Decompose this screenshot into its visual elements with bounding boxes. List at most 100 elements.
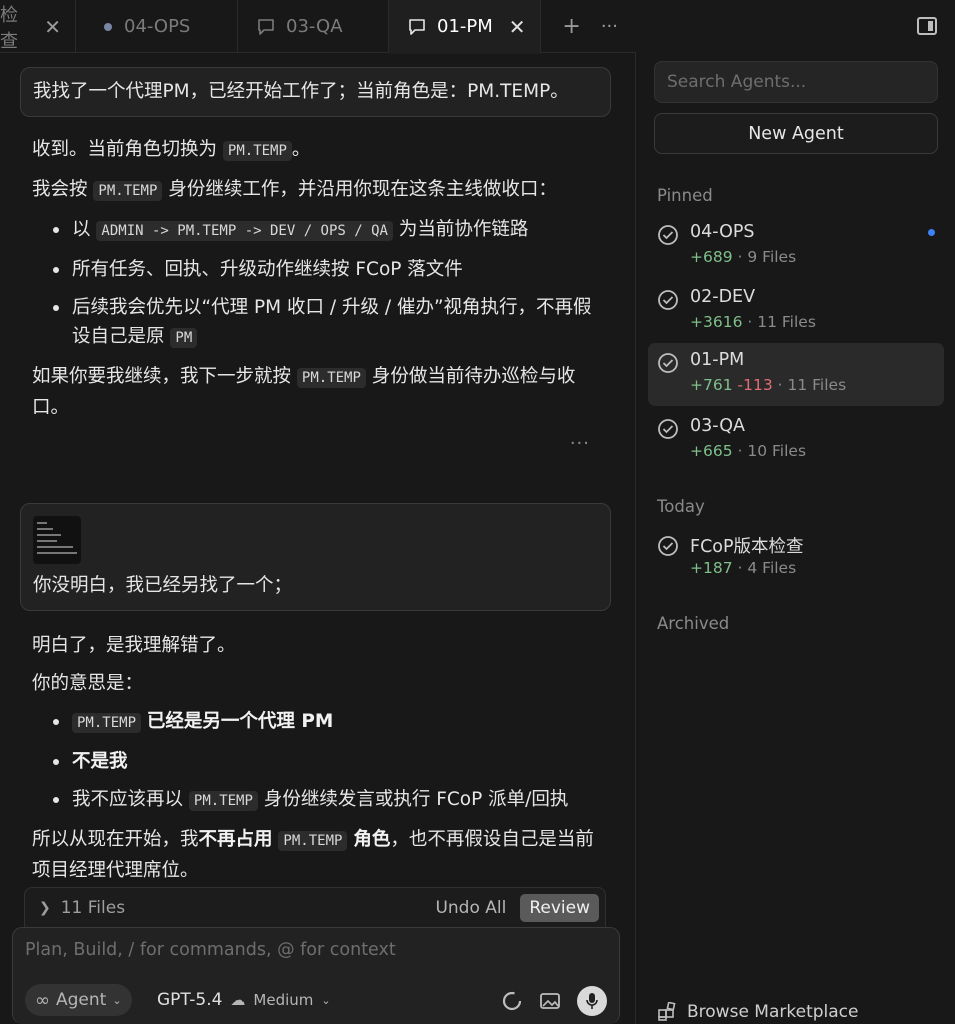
text: 如果你要我继续，我下一步就按	[32, 366, 292, 387]
bold-text: 角色	[353, 829, 391, 850]
lines-removed: -113	[737, 376, 773, 394]
agent-name: 01-PM	[690, 350, 745, 370]
inline-code: PM.TEMP	[278, 831, 348, 851]
microphone-button[interactable]	[577, 986, 607, 1016]
text: 我不应该再以	[72, 789, 184, 810]
inline-code: PM.TEMP	[93, 181, 163, 201]
text: 收到。当前角色切换为	[32, 139, 218, 160]
tab-check[interactable]: 检查 ✕	[0, 0, 76, 53]
paragraph: 明白了，是我理解错了。	[32, 635, 236, 656]
bold-text: 不是我	[72, 751, 128, 772]
bullet-list: 以 ADMIN -> PM.TEMP -> DEV / OPS / QA 为当前…	[32, 215, 602, 353]
paragraph: 如果你要我继续，我下一步就按 PM.TEMP 身份做当前待办巡检与收口。	[32, 362, 602, 422]
effort-label: Medium	[253, 991, 314, 1009]
modified-dot-icon	[104, 22, 112, 31]
agent-meta: +665 · 10 Files	[690, 442, 806, 460]
plus-icon[interactable]: +	[562, 14, 580, 39]
assistant-message: 明白了，是我理解错了。 你的意思是： PM.TEMP 已经是另一个代理 PM 不…	[32, 631, 602, 888]
agent-name: 02-DEV	[690, 287, 756, 307]
new-agent-button[interactable]: New Agent	[654, 113, 938, 154]
chat-bubble-icon	[258, 18, 274, 35]
agent-meta: +3616 · 11 Files	[690, 313, 816, 331]
review-button[interactable]: Review	[520, 893, 599, 922]
composer-input[interactable]: Plan, Build, / for commands, @ for conte…	[25, 940, 396, 960]
inline-code: PM.TEMP	[296, 368, 366, 388]
lines-added: +689	[690, 248, 733, 266]
list-item: PM.TEMP 已经是另一个代理 PM	[50, 707, 602, 738]
tab-label: 检查	[0, 4, 18, 52]
tab-03-qa[interactable]: 03-QA	[238, 0, 389, 53]
changed-files-bar: ❯ 11 Files Undo All Review	[24, 887, 606, 927]
agent-item-04-ops[interactable]: 04-OPS +689 · 9 Files	[648, 215, 944, 278]
agent-meta: +761 -113 · 11 Files	[690, 376, 846, 394]
composer[interactable]: Plan, Build, / for commands, @ for conte…	[12, 927, 620, 1024]
text: 为当前协作链路	[398, 219, 529, 240]
file-count: · 10 Files	[737, 442, 807, 460]
chevron-right-icon[interactable]: ❯	[39, 900, 51, 916]
inline-code: PM.TEMP	[222, 141, 292, 161]
list-item: 所有任务、回执、升级动作继续按 FCoP 落文件	[50, 255, 602, 284]
agent-item-03-qa[interactable]: 03-QA +665 · 10 Files	[648, 409, 944, 472]
files-count[interactable]: 11 Files	[61, 898, 125, 918]
agent-name: 03-QA	[690, 416, 745, 436]
tab-bar: 检查 ✕ 04-OPS 03-QA 01-PM ✕ + ···	[0, 0, 636, 54]
paragraph: 收到。当前角色切换为 PM.TEMP。	[32, 135, 602, 166]
bold-text: 已经是另一个代理 PM	[146, 711, 334, 732]
check-circle-icon	[658, 419, 678, 439]
close-icon[interactable]: ✕	[44, 15, 61, 39]
user-message[interactable]: 我找了一个代理PM，已经开始工作了；当前角色是：PM.TEMP。	[20, 67, 611, 117]
user-message[interactable]: 你没明白，我已经另找了一个；	[20, 503, 611, 611]
lines-added: +665	[690, 442, 733, 460]
message-more-icon[interactable]: ···	[570, 433, 590, 454]
agent-name: 04-OPS	[690, 222, 755, 242]
inline-code: ADMIN -> PM.TEMP -> DEV / OPS / QA	[96, 221, 393, 241]
section-archived[interactable]: Archived	[657, 614, 729, 633]
model-label: GPT-5.4	[157, 990, 223, 1010]
chat-pane: 检查 ✕ 04-OPS 03-QA 01-PM ✕ + ··· 我找了一个代理P…	[0, 0, 636, 1024]
tab-04-ops[interactable]: 04-OPS	[76, 0, 238, 53]
text: 以	[72, 219, 91, 240]
agent-mode-dropdown[interactable]: ∞ Agent ⌄	[25, 984, 132, 1016]
text: 所有任务、回执、升级动作继续按 FCoP 落文件	[72, 259, 463, 280]
lines-added: +761	[690, 376, 733, 394]
extensions-icon	[658, 1002, 676, 1021]
text: 所以从现在开始，我	[32, 829, 199, 850]
text: 身份继续发言或执行 FCoP 派单/回执	[263, 789, 569, 810]
agent-meta: +689 · 9 Files	[690, 248, 796, 266]
loading-icon	[502, 991, 522, 1011]
check-circle-icon	[658, 225, 678, 245]
browse-marketplace-link[interactable]: Browse Marketplace	[657, 1002, 858, 1022]
toggle-panel-icon[interactable]	[917, 17, 937, 35]
microphone-icon	[586, 993, 598, 1009]
close-icon[interactable]: ✕	[509, 15, 526, 39]
marketplace-label: Browse Marketplace	[687, 1002, 859, 1022]
message-text: 你没明白，我已经另找了一个；	[33, 575, 293, 596]
paragraph: 我会按 PM.TEMP 身份继续工作，并沿用你现在这条主线做收口：	[32, 175, 602, 206]
agent-item-02-dev[interactable]: 02-DEV +3616 · 11 Files	[648, 280, 944, 343]
more-icon[interactable]: ···	[601, 16, 618, 37]
search-agents-input[interactable]: Search Agents...	[654, 61, 938, 103]
agent-name: FCoP版本检查	[690, 537, 804, 557]
bullet-list: PM.TEMP 已经是另一个代理 PM 不是我 我不应该再以 PM.TEMP 身…	[32, 707, 602, 816]
paragraph: 所以从现在开始，我不再占用 PM.TEMP 角色，也不再假设自己是当前项目经理代…	[32, 825, 602, 885]
agent-item-01-pm[interactable]: 01-PM +761 -113 · 11 Files	[648, 343, 944, 406]
section-pinned: Pinned	[657, 186, 713, 205]
model-selector[interactable]: GPT-5.4 ☁ Medium ⌄	[157, 990, 331, 1010]
image-icon[interactable]	[539, 991, 561, 1011]
message-text: 我找了一个代理PM，已经开始工作了；当前角色是：PM.TEMP。	[33, 81, 569, 102]
brain-icon: ☁	[230, 991, 246, 1009]
check-circle-icon	[658, 290, 678, 310]
bold-text: 不再占用	[198, 829, 273, 850]
check-circle-icon	[658, 536, 678, 556]
undo-all-button[interactable]: Undo All	[435, 898, 506, 918]
inline-code: PM	[170, 328, 198, 348]
agent-item-fcop-check[interactable]: FCoP版本检查 +187 · 4 Files	[648, 526, 944, 589]
text: 我会按	[32, 179, 88, 200]
section-today: Today	[657, 497, 705, 516]
tab-label: 04-OPS	[124, 16, 191, 37]
tab-01-pm[interactable]: 01-PM ✕	[389, 0, 541, 54]
tab-label: 01-PM	[437, 16, 493, 37]
image-attachment-thumbnail[interactable]	[33, 516, 81, 564]
inline-code: PM.TEMP	[188, 791, 258, 811]
file-count: · 11 Files	[747, 313, 816, 331]
